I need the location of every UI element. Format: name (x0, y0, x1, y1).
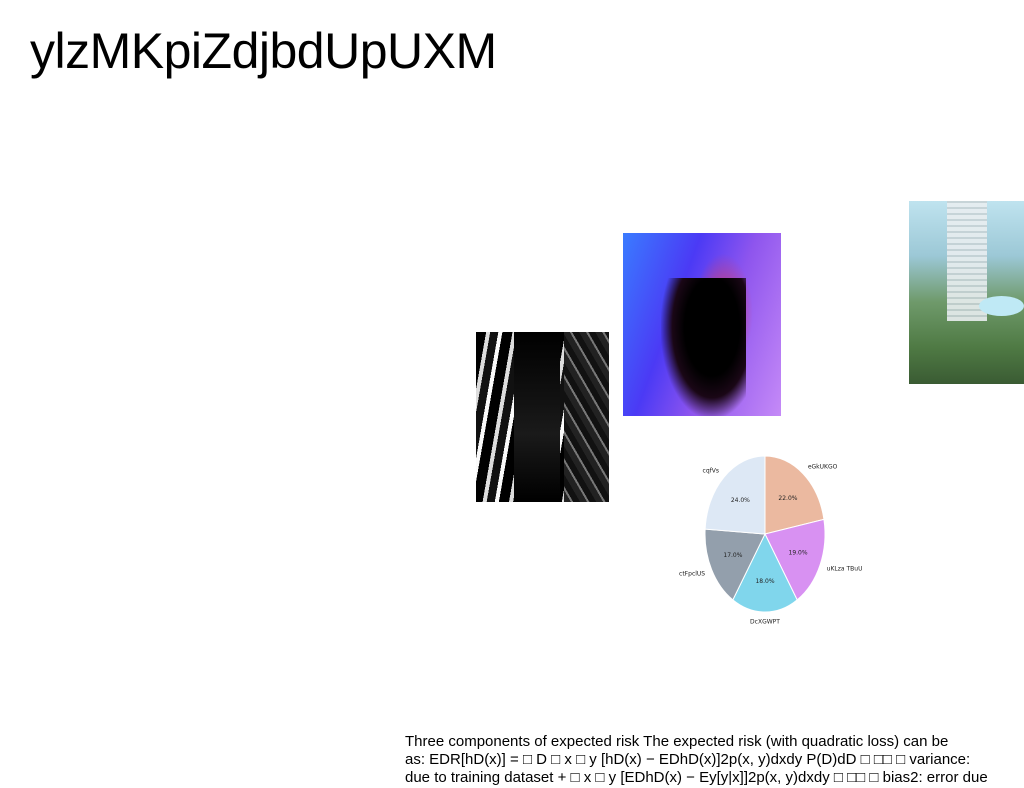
pie-slice-label: cqfVs (703, 467, 719, 474)
caption-text: Three components of expected risk The ex… (405, 733, 1024, 787)
silhouette-shadow (661, 278, 746, 416)
pie-slice-label: eGkUKGO (808, 464, 838, 471)
caption-line: Three components of expected risk The ex… (405, 733, 949, 750)
page: ylzMKpiZdjbdUpUXM 22.0% eGkUKGO 19.0% uKLza… (0, 0, 1024, 788)
pie-slice-label: ctFpclUS (679, 571, 705, 578)
page-title: ylzMKpiZdjbdUpUXM (30, 23, 497, 79)
pie-slice-percent: 17.0% (723, 552, 742, 559)
blue-purple-silhouette-photo (623, 233, 781, 416)
pie-slice-label: DcXGWPT (750, 618, 780, 625)
water-pool (979, 296, 1024, 316)
caption-line: as: EDR[hD(x)] = □ D □ x □ y [hD(x) − ED… (405, 751, 971, 768)
pie-slice-percent: 18.0% (755, 578, 774, 585)
pie-slice-percent: 22.0% (778, 495, 797, 502)
black-white-building-photo (476, 332, 609, 502)
landscape-tower-photo (909, 201, 1024, 384)
caption-line: due to training dataset + □ x □ y [EDhD(… (405, 769, 988, 786)
pie-chart: 22.0% eGkUKGO 19.0% uKLza TBuU 18.0% DcXGWPT 1… (676, 450, 866, 628)
pie-slice-percent: 19.0% (789, 550, 808, 557)
pie-slice-percent: 24.0% (731, 497, 750, 504)
pie-chart-svg: 22.0% eGkUKGO 19.0% uKLza TBuU 18.0% DcXGWPT 1… (679, 455, 863, 625)
pie-slice-label: uKLza TBuU (827, 566, 863, 573)
